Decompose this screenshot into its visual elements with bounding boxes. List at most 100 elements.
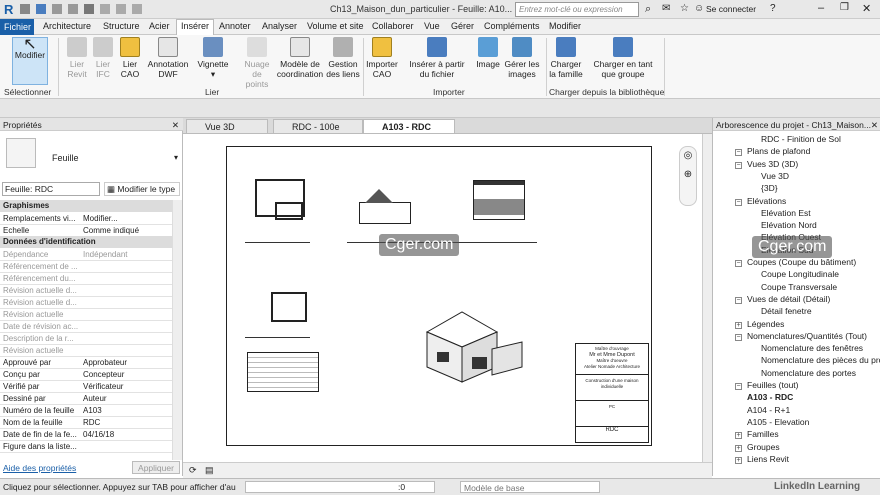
modify-button[interactable]: ↖ Modifier [12, 37, 48, 85]
navigation-bar[interactable]: ◎ ⊕ [679, 146, 697, 206]
canvas-scrollbar[interactable] [702, 134, 712, 462]
browser-item[interactable]: Légendes [747, 319, 784, 329]
decal-button[interactable]: Vignette ▾ [196, 37, 230, 79]
tab-vue[interactable]: Vue [424, 21, 440, 31]
tab-acier[interactable]: Acier [149, 21, 170, 31]
property-row[interactable]: Numéro de la feuille A103 [0, 405, 172, 417]
apply-button[interactable]: Appliquer [132, 461, 180, 474]
property-row[interactable]: Date de fin de la fe... 04/16/18 [0, 429, 172, 441]
text-icon[interactable] [116, 4, 126, 14]
property-row[interactable]: Approuvé par Approbateur [0, 357, 172, 369]
property-row[interactable]: Révision actuelle d... [0, 297, 172, 309]
tree-toggle[interactable]: + [735, 456, 742, 464]
search-input[interactable]: Entrez mot-clé ou expression [515, 2, 639, 17]
browser-item[interactable]: Vues 3D (3D) [747, 159, 798, 169]
property-value[interactable]: Auteur [83, 394, 107, 403]
tab-fichier[interactable]: Fichier [0, 19, 34, 35]
sheet-border[interactable]: Maître d'ouvrage Mr et Mme Dupont Maître d… [226, 146, 652, 446]
property-value[interactable]: Indépendant [83, 250, 128, 259]
measure-icon[interactable] [100, 4, 110, 14]
browser-item[interactable]: Coupes (Coupe du bâtiment) [747, 257, 856, 267]
design-option-select[interactable]: Modèle de base [460, 481, 600, 493]
close-icon[interactable]: ✕ [870, 120, 878, 130]
link-ifc-button[interactable]: Lier IFC [90, 37, 116, 79]
instance-selector[interactable]: Feuille: RDC [2, 182, 100, 196]
help-icon[interactable]: ? [770, 3, 776, 14]
favorites-icon[interactable]: ☆ [680, 3, 689, 14]
property-value[interactable]: A103 [83, 406, 102, 415]
image-button[interactable]: Image [474, 37, 502, 69]
redo-icon[interactable] [68, 4, 78, 14]
insert-from-file-button[interactable]: Insérer à partir du fichier [404, 37, 470, 79]
steering-wheel-icon[interactable]: ◎ [680, 150, 696, 161]
property-row[interactable]: Remplacements vi... Modifier... [0, 213, 172, 225]
property-value[interactable]: RDC [83, 418, 100, 427]
property-row[interactable]: Révision actuelle [0, 345, 172, 357]
browser-item[interactable]: Nomenclature des portes [761, 368, 856, 378]
property-value[interactable]: Approbateur [83, 358, 127, 367]
tree-toggle[interactable]: − [735, 149, 742, 157]
workset-field[interactable] [245, 481, 435, 493]
browser-item[interactable]: Vues de détail (Détail) [747, 294, 830, 304]
section-graphismes[interactable]: Graphismes [0, 200, 172, 212]
property-row[interactable]: Référencement du... [0, 273, 172, 285]
browser-item[interactable]: Elévations [747, 196, 786, 206]
browser-item[interactable]: Nomenclature des pièces du projet [761, 355, 880, 365]
load-as-group-button[interactable]: Charger en tant que groupe [586, 37, 660, 79]
browser-item[interactable]: Groupes [747, 442, 780, 452]
tree-toggle[interactable]: − [735, 383, 742, 390]
property-value[interactable]: Vérificateur [83, 382, 123, 391]
tree-toggle[interactable]: − [735, 296, 742, 304]
property-row[interactable]: Dessiné par Auteur [0, 393, 172, 405]
browser-item[interactable]: Nomenclature des fenêtres [761, 343, 863, 353]
property-row[interactable]: Description de la r... [0, 333, 172, 345]
load-family-button[interactable]: Charger la famille [548, 37, 584, 79]
tree-toggle[interactable]: − [735, 260, 742, 267]
link-cad-button[interactable]: Lier CAO [116, 37, 144, 79]
tree-toggle[interactable]: − [735, 161, 742, 169]
browser-item[interactable]: Vue 3D [761, 171, 789, 181]
browser-item[interactable]: {3D} [761, 183, 778, 193]
browser-item[interactable]: Détail fenetre [761, 306, 812, 316]
manage-links-button[interactable]: Gestion des liens [326, 37, 360, 79]
zoom-icon[interactable]: ⊕ [680, 169, 696, 180]
chevron-down-icon[interactable]: ▾ [174, 153, 178, 162]
maximize-button[interactable]: ❐ [840, 2, 849, 13]
tree-toggle[interactable]: + [735, 444, 742, 452]
dwf-markup-button[interactable]: Annotation DWF [146, 37, 190, 79]
tab-gerer[interactable]: Gérer [451, 21, 474, 31]
property-row[interactable]: Dépendance Indépendant [0, 249, 172, 261]
section-view[interactable] [359, 202, 411, 224]
close-button[interactable]: ✕ [862, 2, 871, 15]
print-icon[interactable] [84, 4, 94, 14]
tree-toggle[interactable]: − [735, 333, 742, 341]
property-value[interactable]: 04/16/18 [83, 430, 114, 439]
close-icon[interactable]: ✕ [172, 120, 179, 131]
browser-item[interactable]: RDC - Finition de Sol [761, 134, 841, 144]
property-value[interactable]: Comme indiqué [83, 226, 139, 235]
tab-analyser[interactable]: Analyser [262, 21, 297, 31]
tab-vue-3d[interactable]: Vue 3D [186, 119, 268, 134]
import-cad-button[interactable]: Importer CAO [366, 37, 398, 79]
tab-architecture[interactable]: Architecture [43, 21, 91, 31]
edit-type-button[interactable]: ▦ Modifier le type [104, 182, 180, 196]
sign-in-link[interactable]: Se connecter [706, 4, 756, 14]
property-row[interactable]: Date de révision ac... [0, 321, 172, 333]
properties-help-link[interactable]: Aide des propriétés [3, 463, 76, 473]
browser-item[interactable]: Familles [747, 429, 779, 439]
minimize-button[interactable]: – [818, 2, 824, 14]
property-row[interactable]: Référencement de ... [0, 261, 172, 273]
tab-collaborer[interactable]: Collaborer [372, 21, 414, 31]
browser-item[interactable]: Coupe Longitudinale [761, 269, 839, 279]
section-donnees[interactable]: Données d'identification [0, 236, 172, 248]
point-cloud-button[interactable]: Nuage de points [240, 37, 274, 89]
browser-item[interactable]: Coupe Transversale [761, 282, 837, 292]
binoculars-icon[interactable]: ⌕ [645, 3, 651, 16]
tab-volume-site[interactable]: Volume et site [307, 21, 364, 31]
browser-item[interactable]: A104 - R+1 [747, 405, 790, 415]
browser-item[interactable]: Elévation Est [761, 208, 811, 218]
tab-rdc-100e[interactable]: RDC - 100e [273, 119, 363, 134]
schedule-table[interactable] [247, 352, 319, 392]
tree-toggle[interactable]: + [735, 321, 742, 329]
property-value[interactable]: Modifier... [83, 214, 118, 223]
